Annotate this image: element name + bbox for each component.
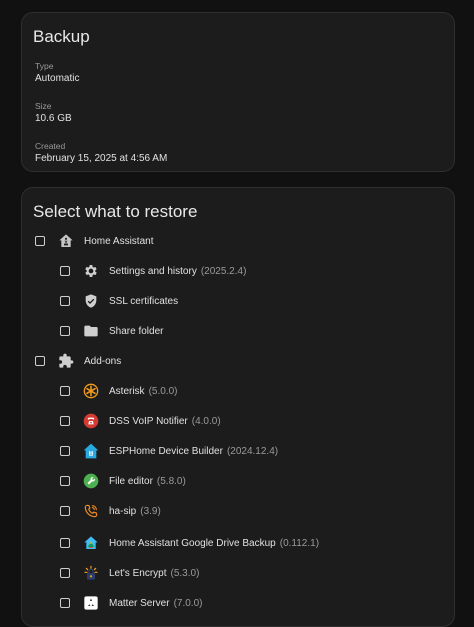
asterisk-label: Asterisk xyxy=(109,385,145,397)
esphome-version: (2024.12.4) xyxy=(226,445,279,457)
addons-label: Add-ons xyxy=(84,355,122,367)
file-editor-version: (5.8.0) xyxy=(156,475,186,487)
drive-backup-icon xyxy=(83,535,99,551)
ha-item-settings-history[interactable]: Settings and history (2025.2.4) xyxy=(60,261,246,281)
size-label: Size xyxy=(35,101,52,111)
addon-item-file-editor[interactable]: File editor (5.8.0) xyxy=(60,471,186,491)
settings-history-label: Settings and history xyxy=(109,265,197,277)
addon-item-matter-server[interactable]: Matter Server (7.0.0) xyxy=(60,593,202,613)
home-assistant-checkbox[interactable] xyxy=(35,236,45,246)
addon-item-esphome[interactable]: ESPHome Device Builder (2024.12.4) xyxy=(60,441,278,461)
asterisk-icon xyxy=(83,383,99,399)
share-folder-label: Share folder xyxy=(109,325,164,337)
file-editor-checkbox[interactable] xyxy=(60,476,70,486)
ha-item-ssl-certificates[interactable]: SSL certificates xyxy=(60,291,178,311)
puzzle-icon xyxy=(58,353,74,369)
file-editor-label: File editor xyxy=(109,475,153,487)
dss-voip-version: (4.0.0) xyxy=(191,415,221,427)
dss-voip-checkbox[interactable] xyxy=(60,416,70,426)
home-assistant-row[interactable]: Home Assistant xyxy=(35,231,153,251)
matter-server-checkbox[interactable] xyxy=(60,598,70,608)
addons-row[interactable]: Add-ons xyxy=(35,351,121,371)
dss-voip-label: DSS VoIP Notifier xyxy=(109,415,188,427)
matter-server-version: (7.0.0) xyxy=(173,597,203,609)
addon-item-dss-voip-notifier[interactable]: DSS VoIP Notifier (4.0.0) xyxy=(60,411,221,431)
gear-icon xyxy=(83,263,99,279)
settings-history-version: (2025.2.4) xyxy=(200,265,247,277)
ssl-certificates-label: SSL certificates xyxy=(109,295,179,307)
backup-info-card: Backup Type Automatic Size 10.6 GB Creat… xyxy=(21,12,455,172)
size-value: 10.6 GB xyxy=(35,113,72,124)
ha-item-share-folder[interactable]: Share folder xyxy=(60,321,163,341)
shield-check-icon xyxy=(83,293,99,309)
lets-encrypt-version: (5.3.0) xyxy=(170,567,200,579)
created-label: Created xyxy=(35,141,66,151)
lets-encrypt-checkbox[interactable] xyxy=(60,568,70,578)
backup-title: Backup xyxy=(33,27,90,46)
phone-icon xyxy=(83,413,99,429)
phone-outline-icon xyxy=(83,503,99,519)
google-drive-backup-checkbox[interactable] xyxy=(60,538,70,548)
lets-encrypt-label: Let's Encrypt xyxy=(109,567,167,579)
addons-checkbox[interactable] xyxy=(35,356,45,366)
created-value: February 15, 2025 at 4:56 AM xyxy=(35,153,168,164)
lets-encrypt-icon xyxy=(83,565,99,581)
restore-title: Select what to restore xyxy=(33,202,198,221)
matter-icon xyxy=(83,595,99,611)
folder-icon xyxy=(83,323,99,339)
ha-sip-version: (3.9) xyxy=(140,505,161,517)
ssl-certificates-checkbox[interactable] xyxy=(60,296,70,306)
type-value: Automatic xyxy=(35,73,80,84)
esphome-label: ESPHome Device Builder xyxy=(109,445,223,457)
addon-item-lets-encrypt[interactable]: Let's Encrypt (5.3.0) xyxy=(60,563,199,583)
asterisk-version: (5.0.0) xyxy=(148,385,178,397)
matter-server-label: Matter Server xyxy=(109,597,170,609)
asterisk-checkbox[interactable] xyxy=(60,386,70,396)
settings-history-checkbox[interactable] xyxy=(60,266,70,276)
google-drive-backup-label: Home Assistant Google Drive Backup xyxy=(109,537,276,549)
google-drive-backup-version: (0.112.1) xyxy=(279,537,320,549)
restore-selection-card: Select what to restore Home Assistant Se… xyxy=(21,187,455,627)
esphome-checkbox[interactable] xyxy=(60,446,70,456)
wrench-icon xyxy=(83,473,99,489)
type-label: Type xyxy=(35,61,54,71)
addon-item-google-drive-backup[interactable]: Home Assistant Google Drive Backup (0.112… xyxy=(60,533,319,553)
home-assistant-icon xyxy=(58,233,74,249)
ha-sip-label: ha-sip xyxy=(109,505,137,517)
esphome-icon xyxy=(83,443,99,459)
addon-item-asterisk[interactable]: Asterisk (5.0.0) xyxy=(60,381,177,401)
home-assistant-label: Home Assistant xyxy=(84,235,154,247)
share-folder-checkbox[interactable] xyxy=(60,326,70,336)
ha-sip-checkbox[interactable] xyxy=(60,506,70,516)
addon-item-ha-sip[interactable]: ha-sip (3.9) xyxy=(60,501,161,521)
